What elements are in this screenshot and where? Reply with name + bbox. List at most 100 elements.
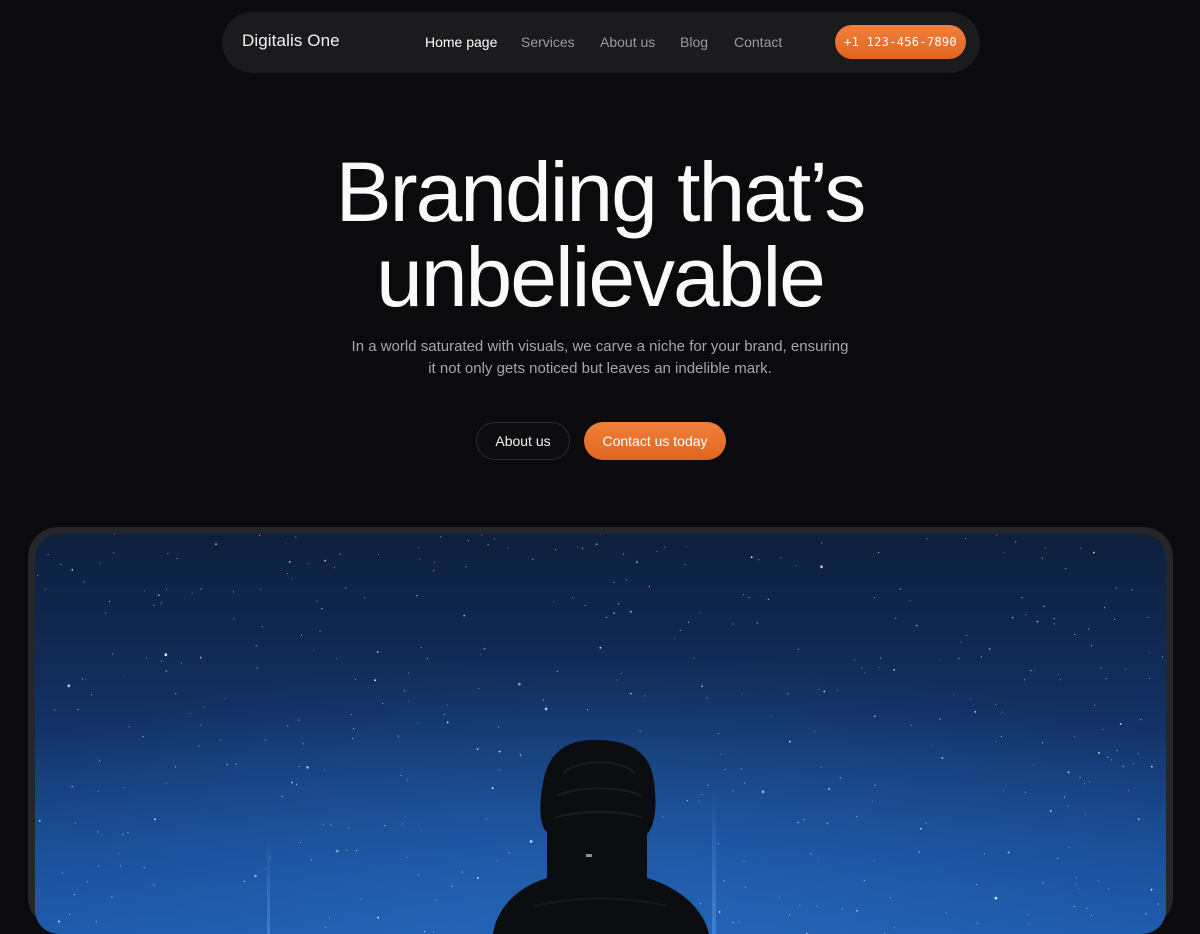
star — [636, 561, 638, 564]
star — [316, 600, 318, 602]
hero-subtitle-line1: In a world saturated with visuals, we ca… — [351, 338, 849, 355]
star — [451, 885, 453, 887]
nav-item-services[interactable]: Services — [521, 34, 575, 50]
star — [354, 678, 356, 681]
star — [60, 563, 62, 565]
star — [335, 849, 339, 853]
star — [965, 538, 967, 540]
star — [467, 540, 469, 542]
about-us-button[interactable]: About us — [476, 422, 570, 460]
star — [520, 754, 522, 756]
star — [544, 707, 548, 711]
star — [259, 534, 261, 536]
star — [491, 787, 494, 790]
star — [1122, 765, 1125, 768]
hero-title: Branding that’s unbelievable — [0, 150, 1200, 320]
star — [418, 874, 420, 876]
star — [874, 597, 876, 599]
star — [750, 556, 753, 559]
star — [104, 612, 107, 614]
star — [836, 690, 838, 692]
star — [701, 685, 704, 688]
star — [1083, 783, 1086, 785]
star — [403, 690, 406, 692]
star — [69, 913, 71, 915]
star — [446, 704, 449, 706]
star — [1011, 616, 1014, 619]
star — [433, 570, 435, 572]
star — [499, 769, 501, 771]
star — [508, 852, 510, 854]
star — [333, 567, 335, 569]
star — [73, 894, 75, 896]
star — [1059, 679, 1061, 681]
star — [191, 592, 193, 594]
star — [261, 626, 263, 628]
star — [496, 859, 498, 861]
nav-item-contact[interactable]: Contact — [734, 34, 782, 50]
star — [770, 715, 772, 717]
star — [663, 546, 665, 548]
star — [701, 793, 703, 796]
star — [1068, 846, 1070, 849]
nav-item-blog[interactable]: Blog — [680, 34, 708, 50]
star — [335, 658, 337, 660]
star — [260, 588, 262, 590]
star — [1001, 711, 1003, 713]
phone-button[interactable]: +1 123-456-7890 — [835, 25, 966, 59]
star — [123, 787, 125, 789]
star — [418, 558, 421, 560]
star — [1149, 677, 1151, 679]
star — [153, 604, 155, 606]
star — [1133, 763, 1135, 765]
star — [434, 561, 436, 563]
star — [1085, 813, 1087, 815]
star — [1021, 597, 1023, 599]
star — [1045, 547, 1047, 549]
star — [818, 688, 820, 690]
star — [644, 695, 646, 697]
star — [878, 667, 880, 669]
star — [339, 553, 341, 555]
star — [420, 829, 422, 831]
star — [74, 822, 76, 824]
star — [1145, 912, 1147, 915]
star — [599, 646, 602, 649]
star — [432, 931, 434, 933]
star — [799, 904, 801, 906]
star — [1043, 605, 1045, 607]
star — [164, 653, 168, 657]
star — [1105, 678, 1107, 680]
star — [1093, 551, 1095, 554]
star — [295, 783, 298, 785]
star — [364, 597, 366, 599]
star — [330, 824, 332, 826]
star — [406, 779, 408, 781]
star — [789, 914, 791, 916]
nav-item-about[interactable]: About us — [600, 34, 655, 50]
star — [306, 766, 309, 769]
star — [821, 542, 823, 544]
star — [1003, 552, 1005, 554]
star — [686, 800, 688, 802]
star — [346, 849, 348, 851]
contact-us-button[interactable]: Contact us today — [584, 422, 726, 460]
star — [1088, 628, 1090, 630]
star — [77, 709, 79, 711]
hero-image-frame — [28, 527, 1173, 934]
star — [556, 670, 558, 673]
hero-image — [35, 534, 1166, 934]
star — [322, 823, 324, 825]
star — [199, 656, 202, 659]
star — [487, 544, 489, 546]
star — [874, 784, 876, 786]
star — [285, 542, 287, 544]
nav-item-home[interactable]: Home page — [425, 34, 497, 50]
star — [233, 618, 235, 620]
star — [1057, 673, 1059, 675]
star — [873, 715, 876, 718]
star — [810, 853, 812, 855]
star — [498, 726, 500, 728]
star — [319, 630, 321, 632]
star — [86, 881, 88, 883]
